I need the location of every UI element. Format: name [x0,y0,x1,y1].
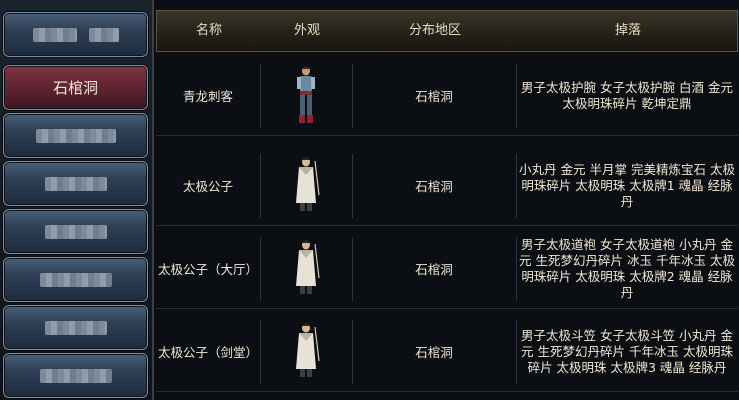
sidebar-tab-5[interactable] [3,209,148,254]
sidebar: 石棺洞 [0,0,154,400]
table-row: 太极公子（剑堂） 石棺洞 男子太极斗笠 女子太极斗笠 小丸丹 金元 生死梦幻丹碎… [156,312,738,392]
region-cell: 石棺洞 [415,179,453,194]
region-cell: 石棺洞 [415,345,453,360]
sidebar-tab-6[interactable] [3,257,148,302]
header-name: 名称 [195,23,222,38]
monster-name: 太极公子（剑堂） [157,345,258,360]
region-cell: 石棺洞 [415,262,453,277]
taiji-gongzi-sprite-icon [296,157,320,211]
appearance-cell [260,229,352,308]
blurred-label [44,176,107,191]
header-region: 分布地区 [408,23,461,38]
taiji-gongzi-sprite-icon [296,240,320,294]
blurred-label [39,368,112,383]
appearance-cell [260,56,352,135]
monster-name: 太极公子（大厅） [157,262,258,277]
blurred-label [44,224,107,239]
monster-name: 青龙刺客 [182,89,233,104]
sidebar-tab-1[interactable] [3,12,148,57]
blurred-label [35,128,116,143]
blurred-label [88,27,119,42]
blurred-label [39,272,112,287]
sidebar-tab-7[interactable] [3,305,148,350]
table-header: 名称 外观 分布地区 掉落 [156,10,738,52]
blurred-label [32,27,77,42]
sidebar-item-label: 石棺洞 [52,79,98,97]
sidebar-tab-shiguandong[interactable]: 石棺洞 [3,65,148,110]
table-row: 青龙刺客 石棺洞 男子太极护腕 女子太极护腕 白酒 金元 太极明珠碎片 乾坤定鼎 [156,56,738,136]
header-appearance: 外观 [293,23,320,38]
drops-cell: 男子太极斗笠 女子太极斗笠 小丸丹 金元 生死梦幻丹碎片 千年冰玉 太极明珠碎片… [521,327,733,375]
header-drops: 掉落 [614,23,641,38]
sidebar-tab-8[interactable] [3,353,148,398]
appearance-cell [260,146,352,225]
assassin-sprite-icon [297,66,315,123]
table-row: 太极公子（大厅） 石棺洞 男子太极道袍 女子太极道袍 小丸丹 金元 生死梦幻丹碎… [156,229,738,309]
monster-name: 太极公子 [182,179,233,194]
region-cell: 石棺洞 [415,89,453,104]
drops-cell: 男子太极护腕 女子太极护腕 白酒 金元 太极明珠碎片 乾坤定鼎 [521,79,733,111]
sidebar-tab-3[interactable] [3,113,148,158]
blurred-label [44,320,107,335]
drops-cell: 男子太极道袍 女子太极道袍 小丸丹 金元 生死梦幻丹碎片 冰玉 千年冰玉 太极明… [519,236,735,300]
monster-table: 名称 外观 分布地区 掉落 青龙刺客 石棺洞 男子太极护腕 女子太极护腕 白酒 … [156,10,738,400]
sidebar-tab-4[interactable] [3,161,148,206]
taiji-gongzi-sprite-icon [296,323,320,377]
appearance-cell [260,312,352,391]
drops-cell: 小丸丹 金元 半月掌 完美精炼宝石 太极明珠碎片 太极明珠 太极牌1 魂晶 经脉… [519,161,735,209]
table-row: 太极公子 石棺洞 小丸丹 金元 半月掌 完美精炼宝石 太极明珠碎片 太极明珠 太… [156,146,738,226]
